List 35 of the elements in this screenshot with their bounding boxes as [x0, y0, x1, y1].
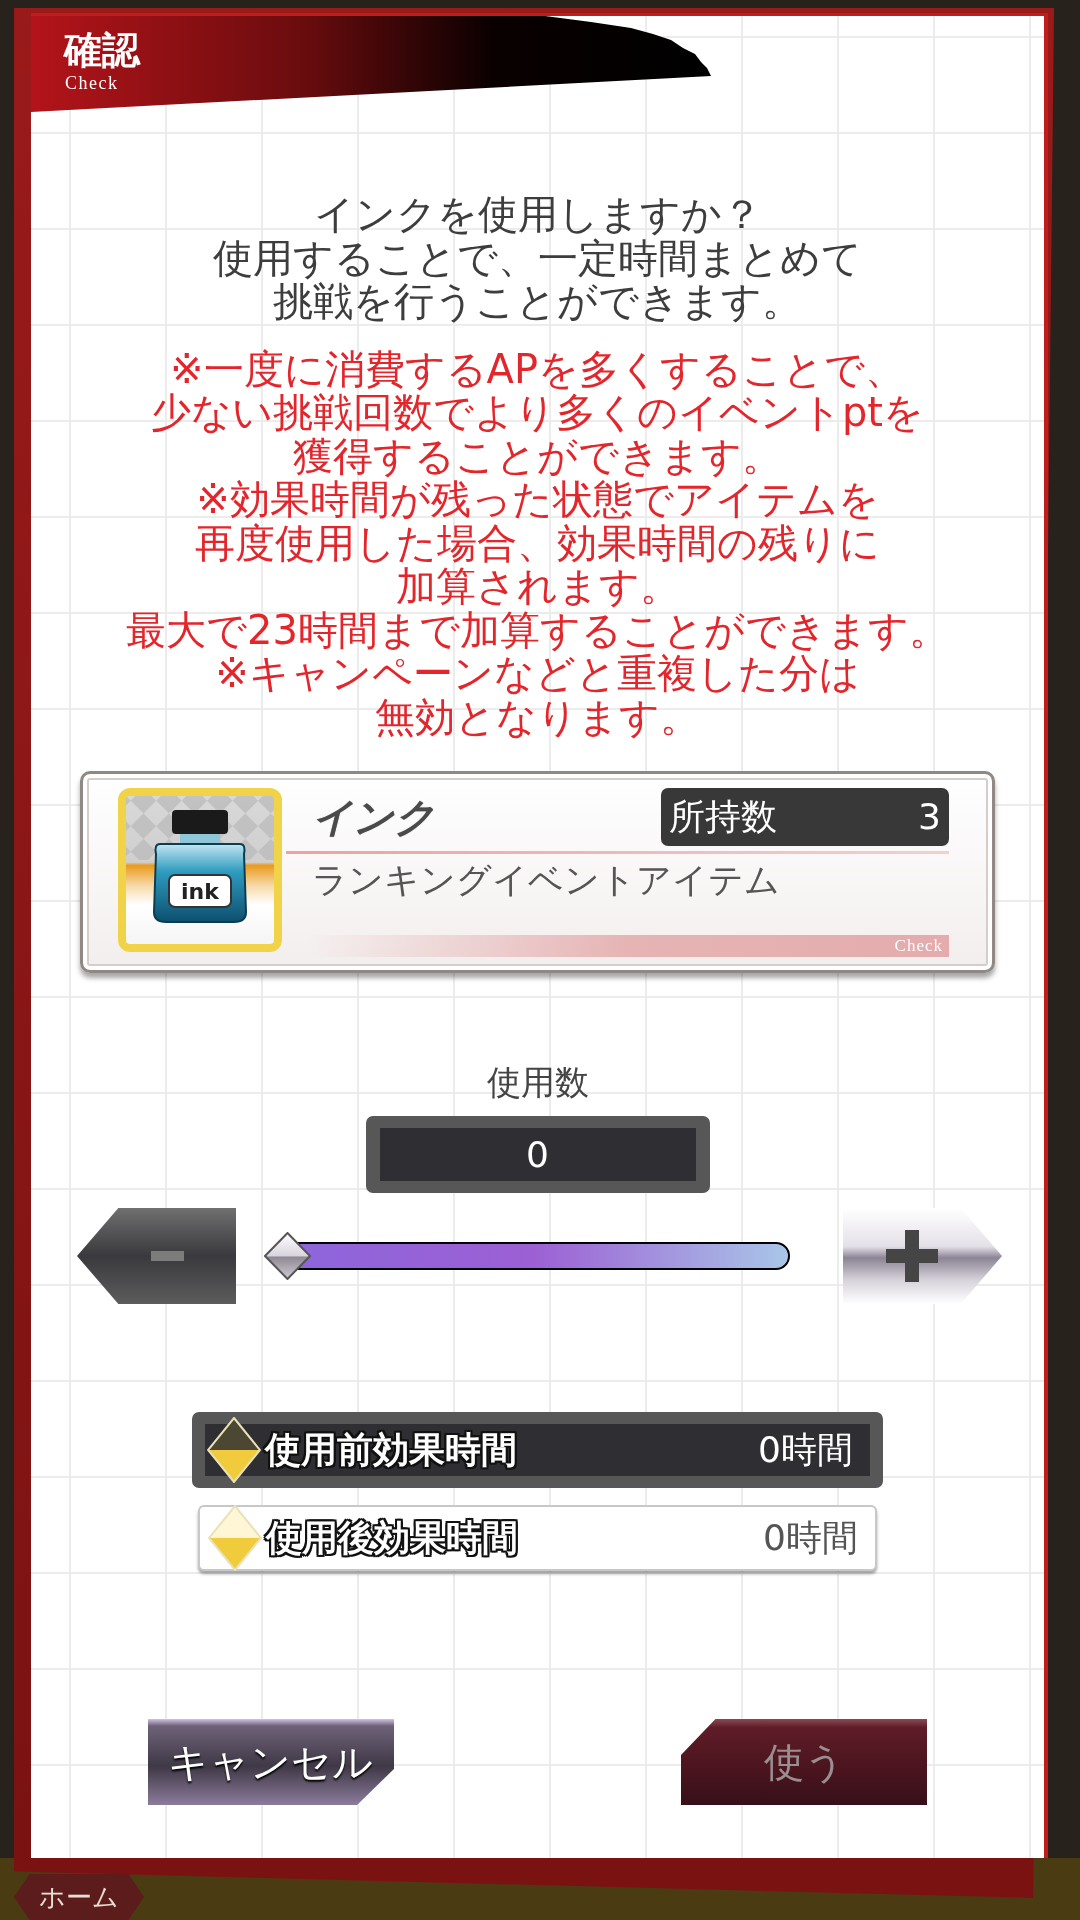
footer-label: Check [894, 936, 943, 956]
notice-line: 再度使用した場合、効果時間の残りに [195, 521, 880, 565]
plus-icon [886, 1230, 938, 1282]
message-line: インクを使用しますか？ [313, 193, 762, 237]
dialog-subtitle: Check [65, 73, 119, 93]
notice-line: 無効となります。 [375, 695, 700, 739]
dialog-title: 確認 [64, 28, 140, 72]
message-line: 挑戦を行うことができます。 [273, 280, 802, 324]
quantity-field: 0 [365, 1116, 710, 1193]
minus-icon [151, 1251, 184, 1261]
notice-line: 獲得することができます。 [293, 434, 782, 478]
notice-line: ※キャンペーンなどと重複した分は [215, 652, 860, 696]
notice-line: ※効果時間が残った状態でアイテムを [196, 478, 879, 522]
item-description: ランキングイベントアイテム [311, 860, 781, 900]
slider-thumb[interactable] [264, 1232, 311, 1280]
effect-time-value: 0時間 [763, 1517, 858, 1559]
notice-line: 加算されます。 [395, 565, 680, 609]
quantity-label: 使用数 [486, 1062, 589, 1102]
nav-tab[interactable]: ホーム [14, 1874, 144, 1920]
owned-label: 所持数 [669, 796, 777, 838]
ink-bottle-icon [153, 810, 247, 923]
owned-count: 3 [918, 796, 941, 838]
item-name: インク [311, 794, 435, 840]
slider-track[interactable] [264, 1232, 790, 1280]
notice-line: 最大で23時間まで加算することができます。 [126, 608, 949, 652]
minus-button[interactable] [77, 1208, 236, 1304]
effect-time-value: 0時間 [758, 1429, 853, 1471]
bottle-label: ink [181, 879, 219, 904]
diamond-icon [207, 1417, 261, 1483]
message-line: 使用することで、一定時間まとめて [213, 236, 862, 280]
notice-line: 少ない挑戦回数でより多くのイベントptを [150, 391, 925, 435]
cancel-button[interactable]: キャンセル [148, 1719, 394, 1805]
diamond-icon [208, 1505, 262, 1571]
effect-time-label: 使用前効果時間 [265, 1429, 517, 1471]
notice-line: ※一度に消費するAPを多くすることで、 [170, 347, 905, 391]
